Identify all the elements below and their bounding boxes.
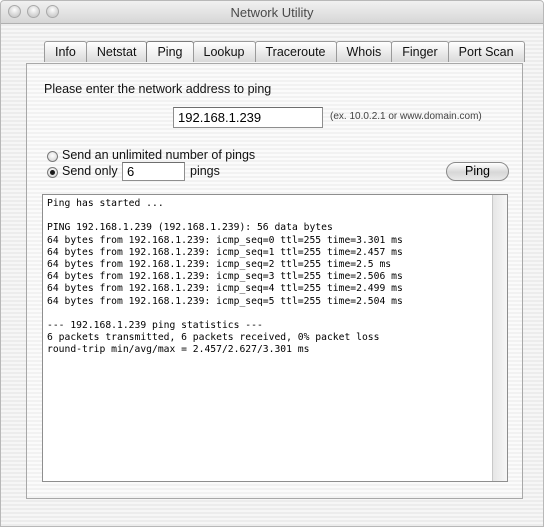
ping-output-area[interactable]: Ping has started ... PING 192.168.1.239 (… <box>42 194 508 482</box>
ping-output-text: Ping has started ... PING 192.168.1.239 (… <box>47 198 491 356</box>
output-line: 64 bytes from 192.168.1.239: icmp_seq=5 … <box>47 295 403 307</box>
pings-suffix-label: pings <box>190 164 220 178</box>
unlimited-pings-radio[interactable] <box>47 151 58 162</box>
output-line: 64 bytes from 192.168.1.239: icmp_seq=4 … <box>47 283 403 295</box>
tab-info[interactable]: Info <box>44 41 87 62</box>
ping-button[interactable]: Ping <box>446 162 509 181</box>
tab-ping[interactable]: Ping <box>146 41 194 62</box>
tab-traceroute[interactable]: Traceroute <box>254 41 337 62</box>
tab-netstat[interactable]: Netstat <box>85 41 148 62</box>
send-only-radio[interactable] <box>47 167 58 178</box>
ping-count-input[interactable] <box>122 162 185 181</box>
output-line: 64 bytes from 192.168.1.239: icmp_seq=1 … <box>47 246 403 258</box>
output-line: PING 192.168.1.239 (192.168.1.239): 56 d… <box>47 222 333 234</box>
output-line: 64 bytes from 192.168.1.239: icmp_seq=0 … <box>47 234 403 246</box>
address-hint: (ex. 10.0.2.1 or www.domain.com) <box>330 111 482 122</box>
address-input[interactable] <box>173 107 323 128</box>
unlimited-pings-label: Send an unlimited number of pings <box>62 148 256 162</box>
output-line: Ping has started ... <box>47 198 164 209</box>
output-line: 64 bytes from 192.168.1.239: icmp_seq=2 … <box>47 258 392 270</box>
output-scrollbar[interactable] <box>492 195 507 481</box>
output-line: round-trip min/avg/max = 2.457/2.627/3.3… <box>47 344 310 356</box>
network-utility-window: Network Utility Info Netstat Ping Lookup… <box>0 0 544 527</box>
send-only-label: Send only <box>62 164 118 178</box>
tab-port-scan[interactable]: Port Scan <box>447 41 525 62</box>
window-title: Network Utility <box>230 5 314 20</box>
tab-bar: Info Netstat Ping Lookup Traceroute Whoi… <box>44 41 525 63</box>
output-line: 6 packets transmitted, 6 packets receive… <box>47 332 380 344</box>
ping-panel: Please enter the network address to ping… <box>26 63 523 499</box>
tab-finger[interactable]: Finger <box>391 41 449 62</box>
output-line: --- 192.168.1.239 ping statistics --- <box>47 319 263 331</box>
tab-lookup[interactable]: Lookup <box>192 41 256 62</box>
output-line: 64 bytes from 192.168.1.239: icmp_seq=3 … <box>47 271 403 283</box>
tab-whois[interactable]: Whois <box>335 41 393 62</box>
address-prompt-label: Please enter the network address to ping <box>44 82 272 96</box>
title-bar[interactable]: Network Utility <box>1 1 543 24</box>
